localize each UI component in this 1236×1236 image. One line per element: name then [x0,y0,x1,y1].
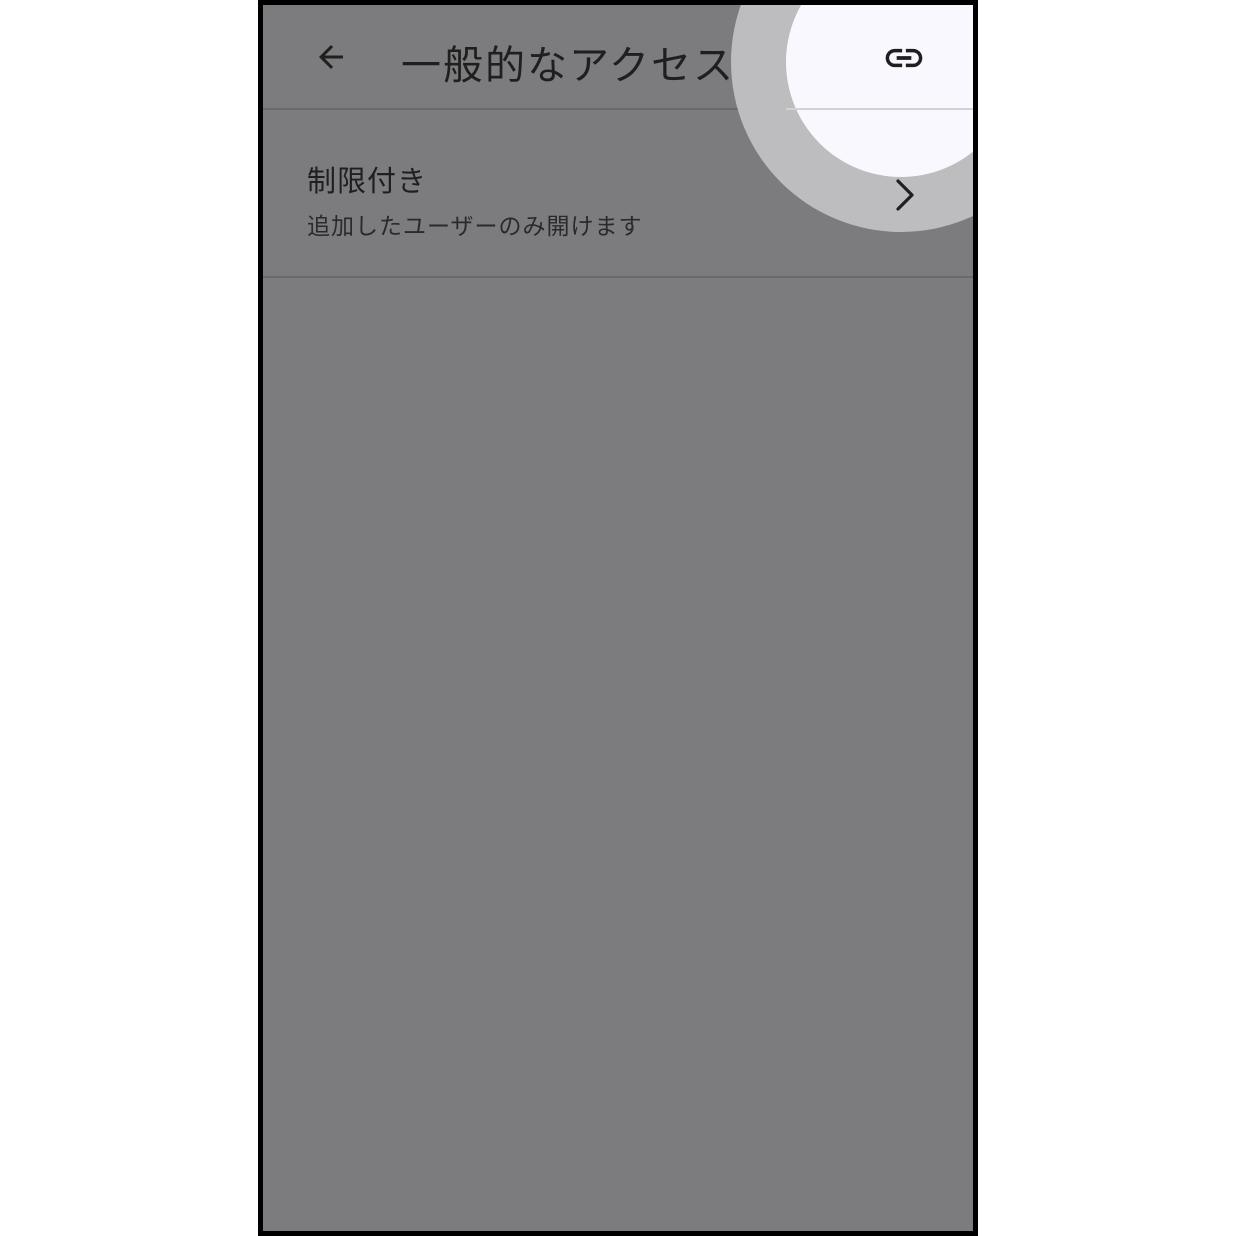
spotlight-divider [786,108,973,110]
access-level-description: 追加したユーザーのみ開けます [307,214,643,240]
chevron-right-icon [889,175,919,215]
access-level-label: 制限付き [307,164,428,198]
link-icon [885,48,923,68]
page-title: 一般的なアクセス [401,43,735,89]
back-button[interactable] [309,35,353,79]
phone-screen: 一般的なアクセス 制限付き 追加したユーザーのみ開けます [258,0,978,1236]
copy-link-button[interactable] [879,33,929,83]
row-divider [263,276,973,278]
arrow-back-icon [319,45,343,69]
